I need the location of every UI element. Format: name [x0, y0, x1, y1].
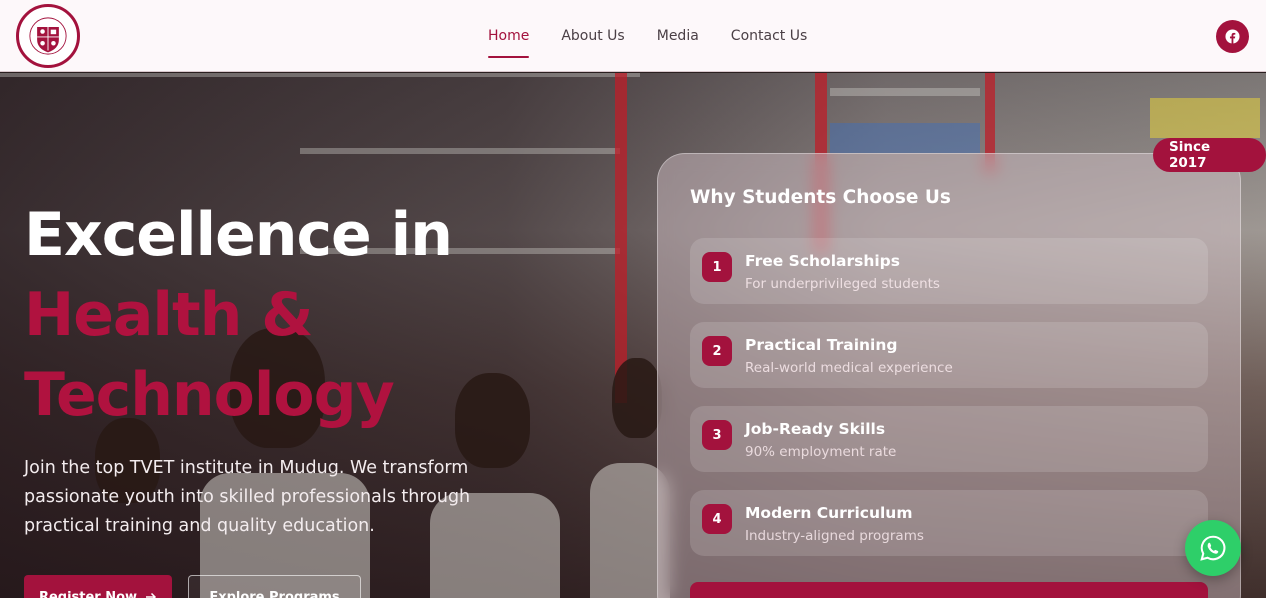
headline-line-2: Health & — [24, 280, 314, 350]
reason-number: 2 — [702, 336, 732, 366]
reason-subtitle: Industry-aligned programs — [745, 528, 924, 544]
reason-subtitle: For underprivileged students — [745, 276, 940, 292]
headline-line-1: Excellence in — [24, 200, 453, 270]
reason-title: Job-Ready Skills — [745, 420, 886, 438]
main-nav: Home About Us Media Contact Us — [472, 0, 823, 72]
register-now-button[interactable]: Register Now — [24, 575, 172, 598]
college-seal-icon — [20, 8, 76, 64]
site-header: Home About Us Media Contact Us — [0, 0, 1266, 72]
headline-line-3: Technology — [24, 360, 395, 430]
reason-number: 4 — [702, 504, 732, 534]
hero-headline: Excellence in Health & Technology — [24, 195, 453, 435]
nav-about-us[interactable]: About Us — [561, 20, 624, 52]
card-title: Why Students Choose Us — [690, 187, 951, 208]
register-now-label: Register Now — [38, 589, 138, 598]
reason-subtitle: Real-world medical experience — [745, 360, 953, 376]
card-cta-button[interactable] — [690, 582, 1208, 598]
facebook-button[interactable] — [1216, 20, 1249, 53]
since-badge: Since 2017 — [1153, 138, 1266, 172]
hero-section: Excellence in Health & Technology Join t… — [0, 73, 1266, 598]
reason-item: 3 Job-Ready Skills 90% employment rate — [690, 406, 1208, 472]
reason-title: Free Scholarships — [745, 252, 901, 270]
reason-item: 2 Practical Training Real-world medical … — [690, 322, 1208, 388]
reason-title: Modern Curriculum — [745, 504, 913, 522]
hero-description: Join the top TVET institute in Mudug. We… — [24, 458, 471, 536]
college-logo[interactable] — [16, 4, 80, 68]
whatsapp-button[interactable] — [1185, 520, 1241, 576]
explore-programs-button[interactable]: Explore Programs — [188, 575, 361, 598]
facebook-icon — [1225, 29, 1240, 44]
reason-subtitle: 90% employment rate — [745, 444, 897, 460]
reason-number: 3 — [702, 420, 732, 450]
arrow-right-icon — [146, 592, 157, 598]
reason-item: 1 Free Scholarships For underprivileged … — [690, 238, 1208, 304]
reason-number: 1 — [702, 252, 732, 282]
nav-media[interactable]: Media — [657, 20, 699, 52]
whatsapp-icon — [1200, 535, 1226, 561]
reason-title: Practical Training — [745, 336, 898, 354]
nav-contact-us[interactable]: Contact Us — [731, 20, 807, 52]
explore-programs-label: Explore Programs — [209, 589, 340, 598]
reason-item: 4 Modern Curriculum Industry-aligned pro… — [690, 490, 1208, 556]
nav-home[interactable]: Home — [488, 20, 530, 58]
